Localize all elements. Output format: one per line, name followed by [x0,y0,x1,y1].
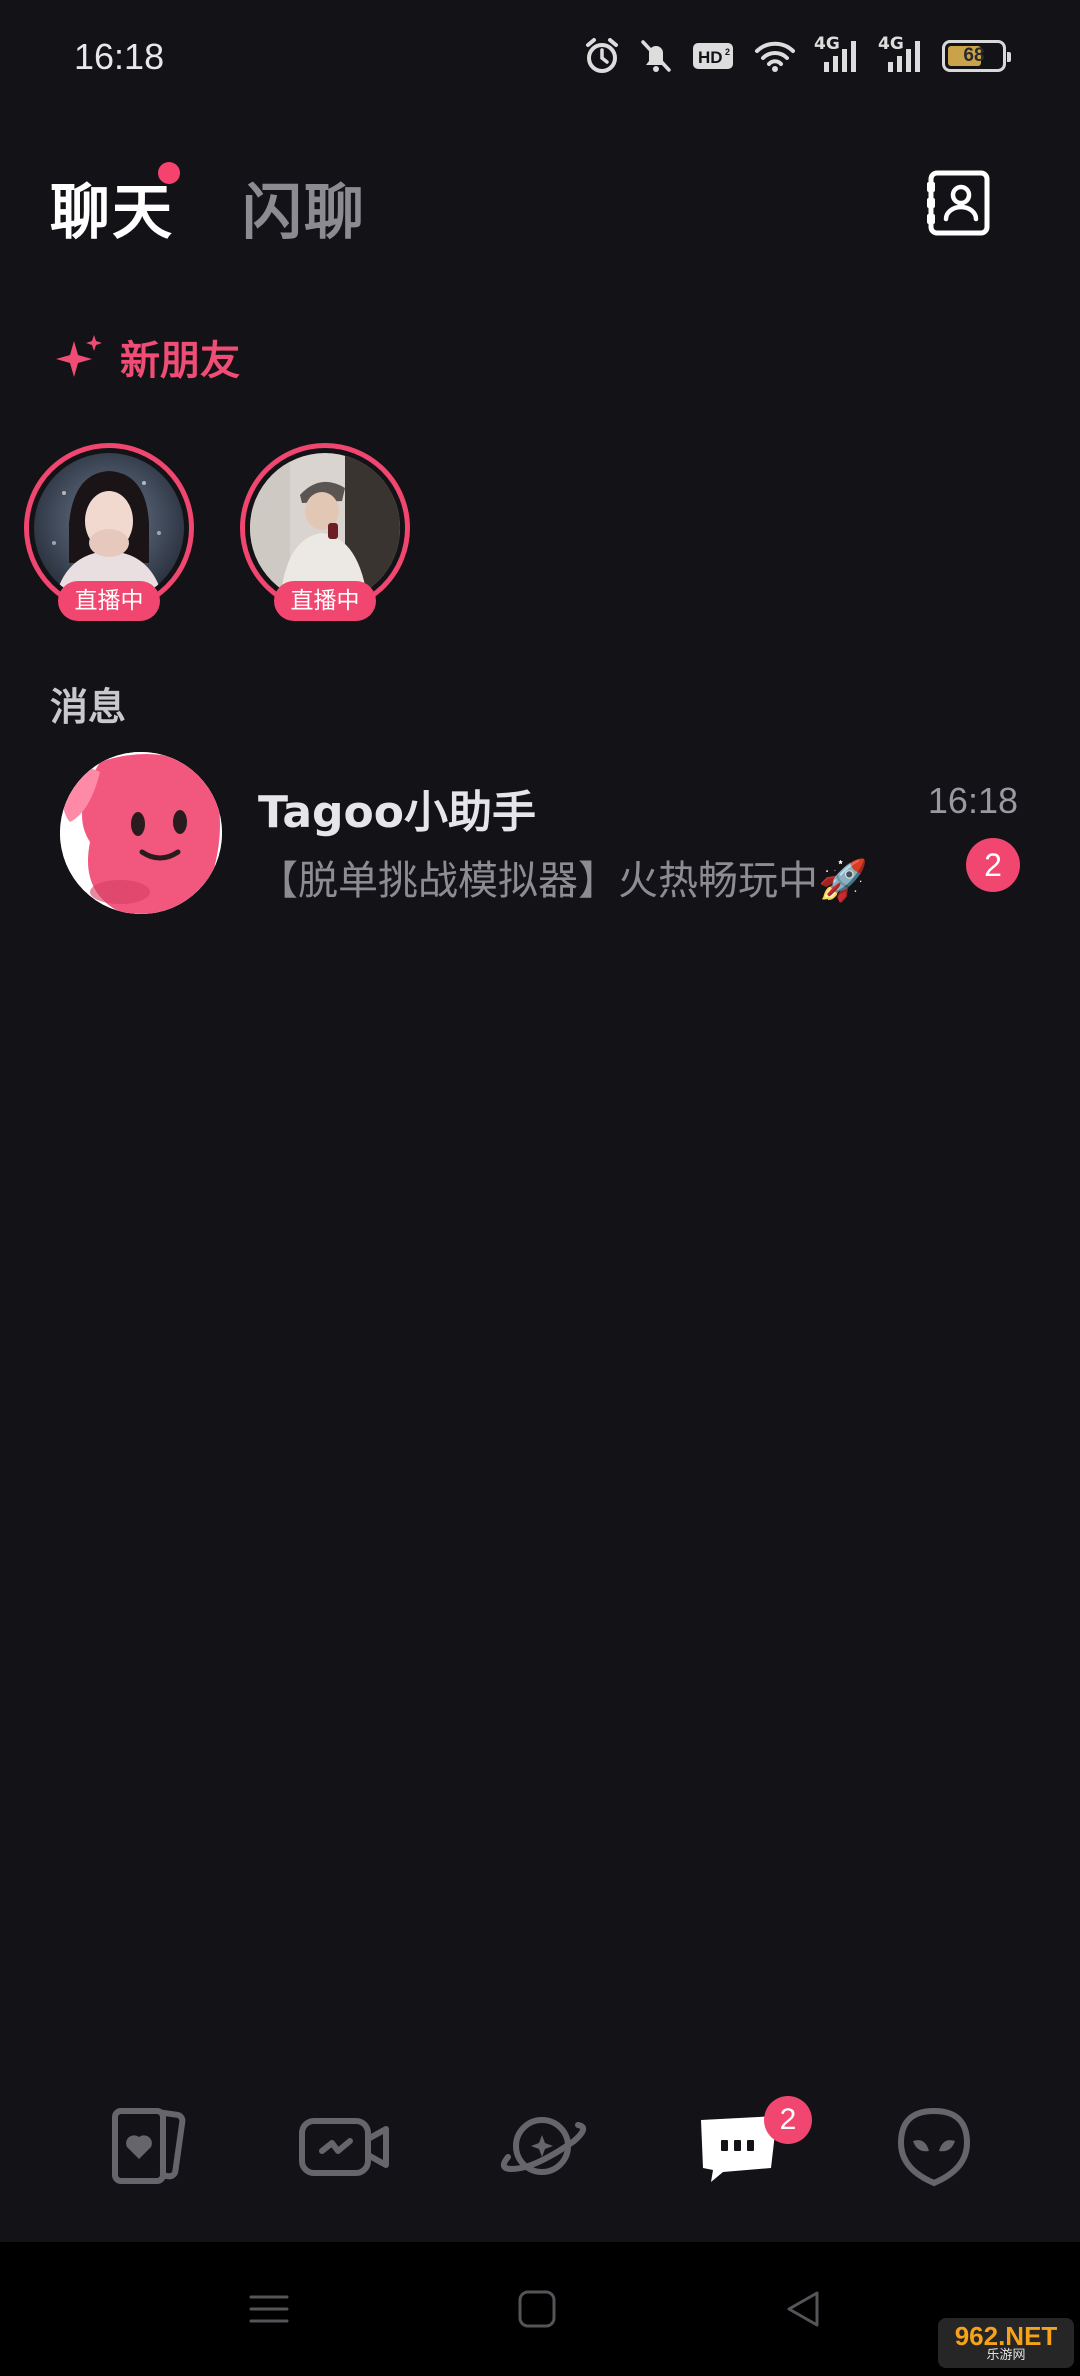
video-call-icon [299,2118,389,2176]
tab-video[interactable] [294,2096,394,2196]
live-user-avatar[interactable]: 直播中 [24,443,194,623]
battery-text: 68 [963,45,985,66]
new-friends-title: 新朋友 [120,338,240,384]
bell-off-icon [638,37,674,75]
sparkle-icon [56,335,102,377]
menu-icon [249,2295,289,2323]
bottom-tab-bar: 2 [0,2060,1080,2240]
cards-heart-icon [112,2108,186,2184]
hd-icon: HD 2 [692,40,736,72]
home-icon [518,2290,556,2328]
chat-tab-badge: 2 [764,2096,812,2144]
site-watermark-logo: 962.NET 乐游网 [938,2318,1074,2368]
status-time: 16:18 [74,36,165,77]
messages-title: 消息 [50,685,127,729]
live-badge: 直播中 [58,581,160,621]
new-friends-header: 新朋友 [56,328,240,386]
list-item[interactable]: Tagoo小助手 【脱单挑战模拟器】火热畅玩中🚀 16:18 2 [0,740,1080,920]
contacts-button[interactable] [926,170,992,236]
system-navigation-bar [0,2242,1080,2376]
live-user-avatar[interactable]: 直播中 [240,443,410,623]
message-time: 16:18 [927,780,1018,821]
svg-text:HD: HD [698,48,723,67]
back-button[interactable] [768,2274,838,2344]
live-badge: 直播中 [274,581,376,621]
svg-text:2: 2 [725,47,730,57]
tab-cards[interactable] [98,2096,198,2196]
planet-icon [500,2117,587,2175]
back-icon [787,2291,819,2327]
contacts-icon [927,170,990,236]
alarm-icon [584,37,620,75]
status-bar: 16:18 HD 2 4G 4G 68 [0,0,1080,120]
home-button[interactable] [502,2274,572,2344]
message-preview: 【脱单挑战模拟器】火热畅玩中🚀 [258,858,868,904]
alien-icon [897,2107,971,2187]
signal-4g-icon: 4G [878,36,924,74]
tab-chat[interactable]: 聊天 [50,164,174,251]
status-icons: HD 2 4G 4G 68 [584,34,1011,78]
watermark-sub: 乐游网 [986,2347,1026,2363]
tab-profile[interactable] [884,2096,984,2196]
recent-apps-button[interactable] [234,2274,304,2344]
wifi-icon [754,39,796,73]
avatar [60,752,222,914]
unread-badge: 2 [966,838,1020,892]
tab-planet[interactable] [492,2096,592,2196]
tab-flash-chat[interactable]: 闪聊 [242,164,366,251]
contact-name: Tagoo小助手 [258,787,536,838]
signal-4g-icon: 4G [814,36,860,74]
watermark-main: 962.NET [954,2320,1058,2351]
tab-chat-dot [158,162,180,184]
battery-icon: 68 [942,40,1011,72]
